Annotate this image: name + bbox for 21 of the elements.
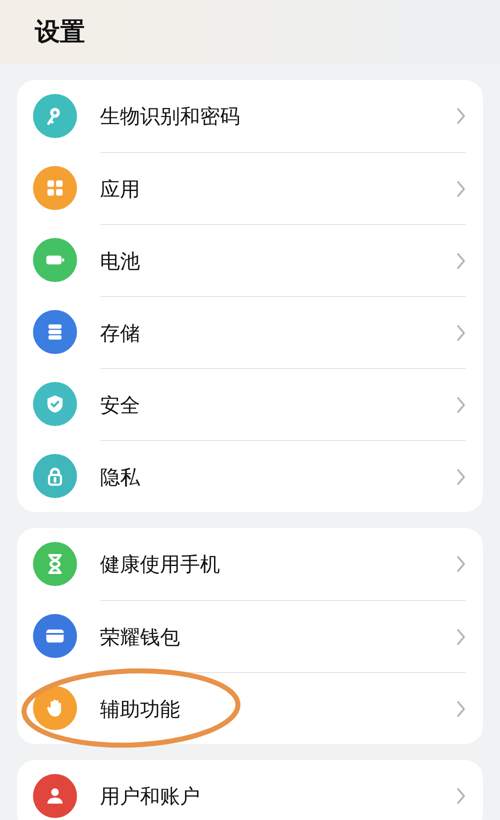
chevron-icon <box>456 555 466 573</box>
chevron-icon <box>456 324 466 342</box>
setting-item[interactable]: 隐私 <box>100 462 140 492</box>
setting-item[interactable]: 健康使用手机 <box>100 549 220 579</box>
chevron-icon <box>456 628 466 646</box>
chevron-icon <box>456 107 466 125</box>
setting-item[interactable]: 电池 <box>100 246 140 276</box>
setting-item[interactable]: 辅助功能 <box>100 694 180 724</box>
chevron-icon <box>456 252 466 270</box>
page-title: 设置 <box>35 16 85 48</box>
chevron-icon <box>456 787 466 805</box>
chevron-icon <box>456 396 466 414</box>
setting-item[interactable]: 应用 <box>100 174 140 204</box>
chevron-icon <box>456 700 466 718</box>
setting-item[interactable]: 生物识别和密码 <box>100 101 240 131</box>
setting-item[interactable]: 安全 <box>100 390 140 420</box>
setting-item[interactable]: 荣耀钱包 <box>100 622 180 652</box>
setting-item[interactable]: 用户和账户 <box>100 781 200 811</box>
chevron-icon <box>456 468 466 486</box>
chevron-icon <box>456 180 466 198</box>
setting-item[interactable]: 存储 <box>100 318 140 348</box>
